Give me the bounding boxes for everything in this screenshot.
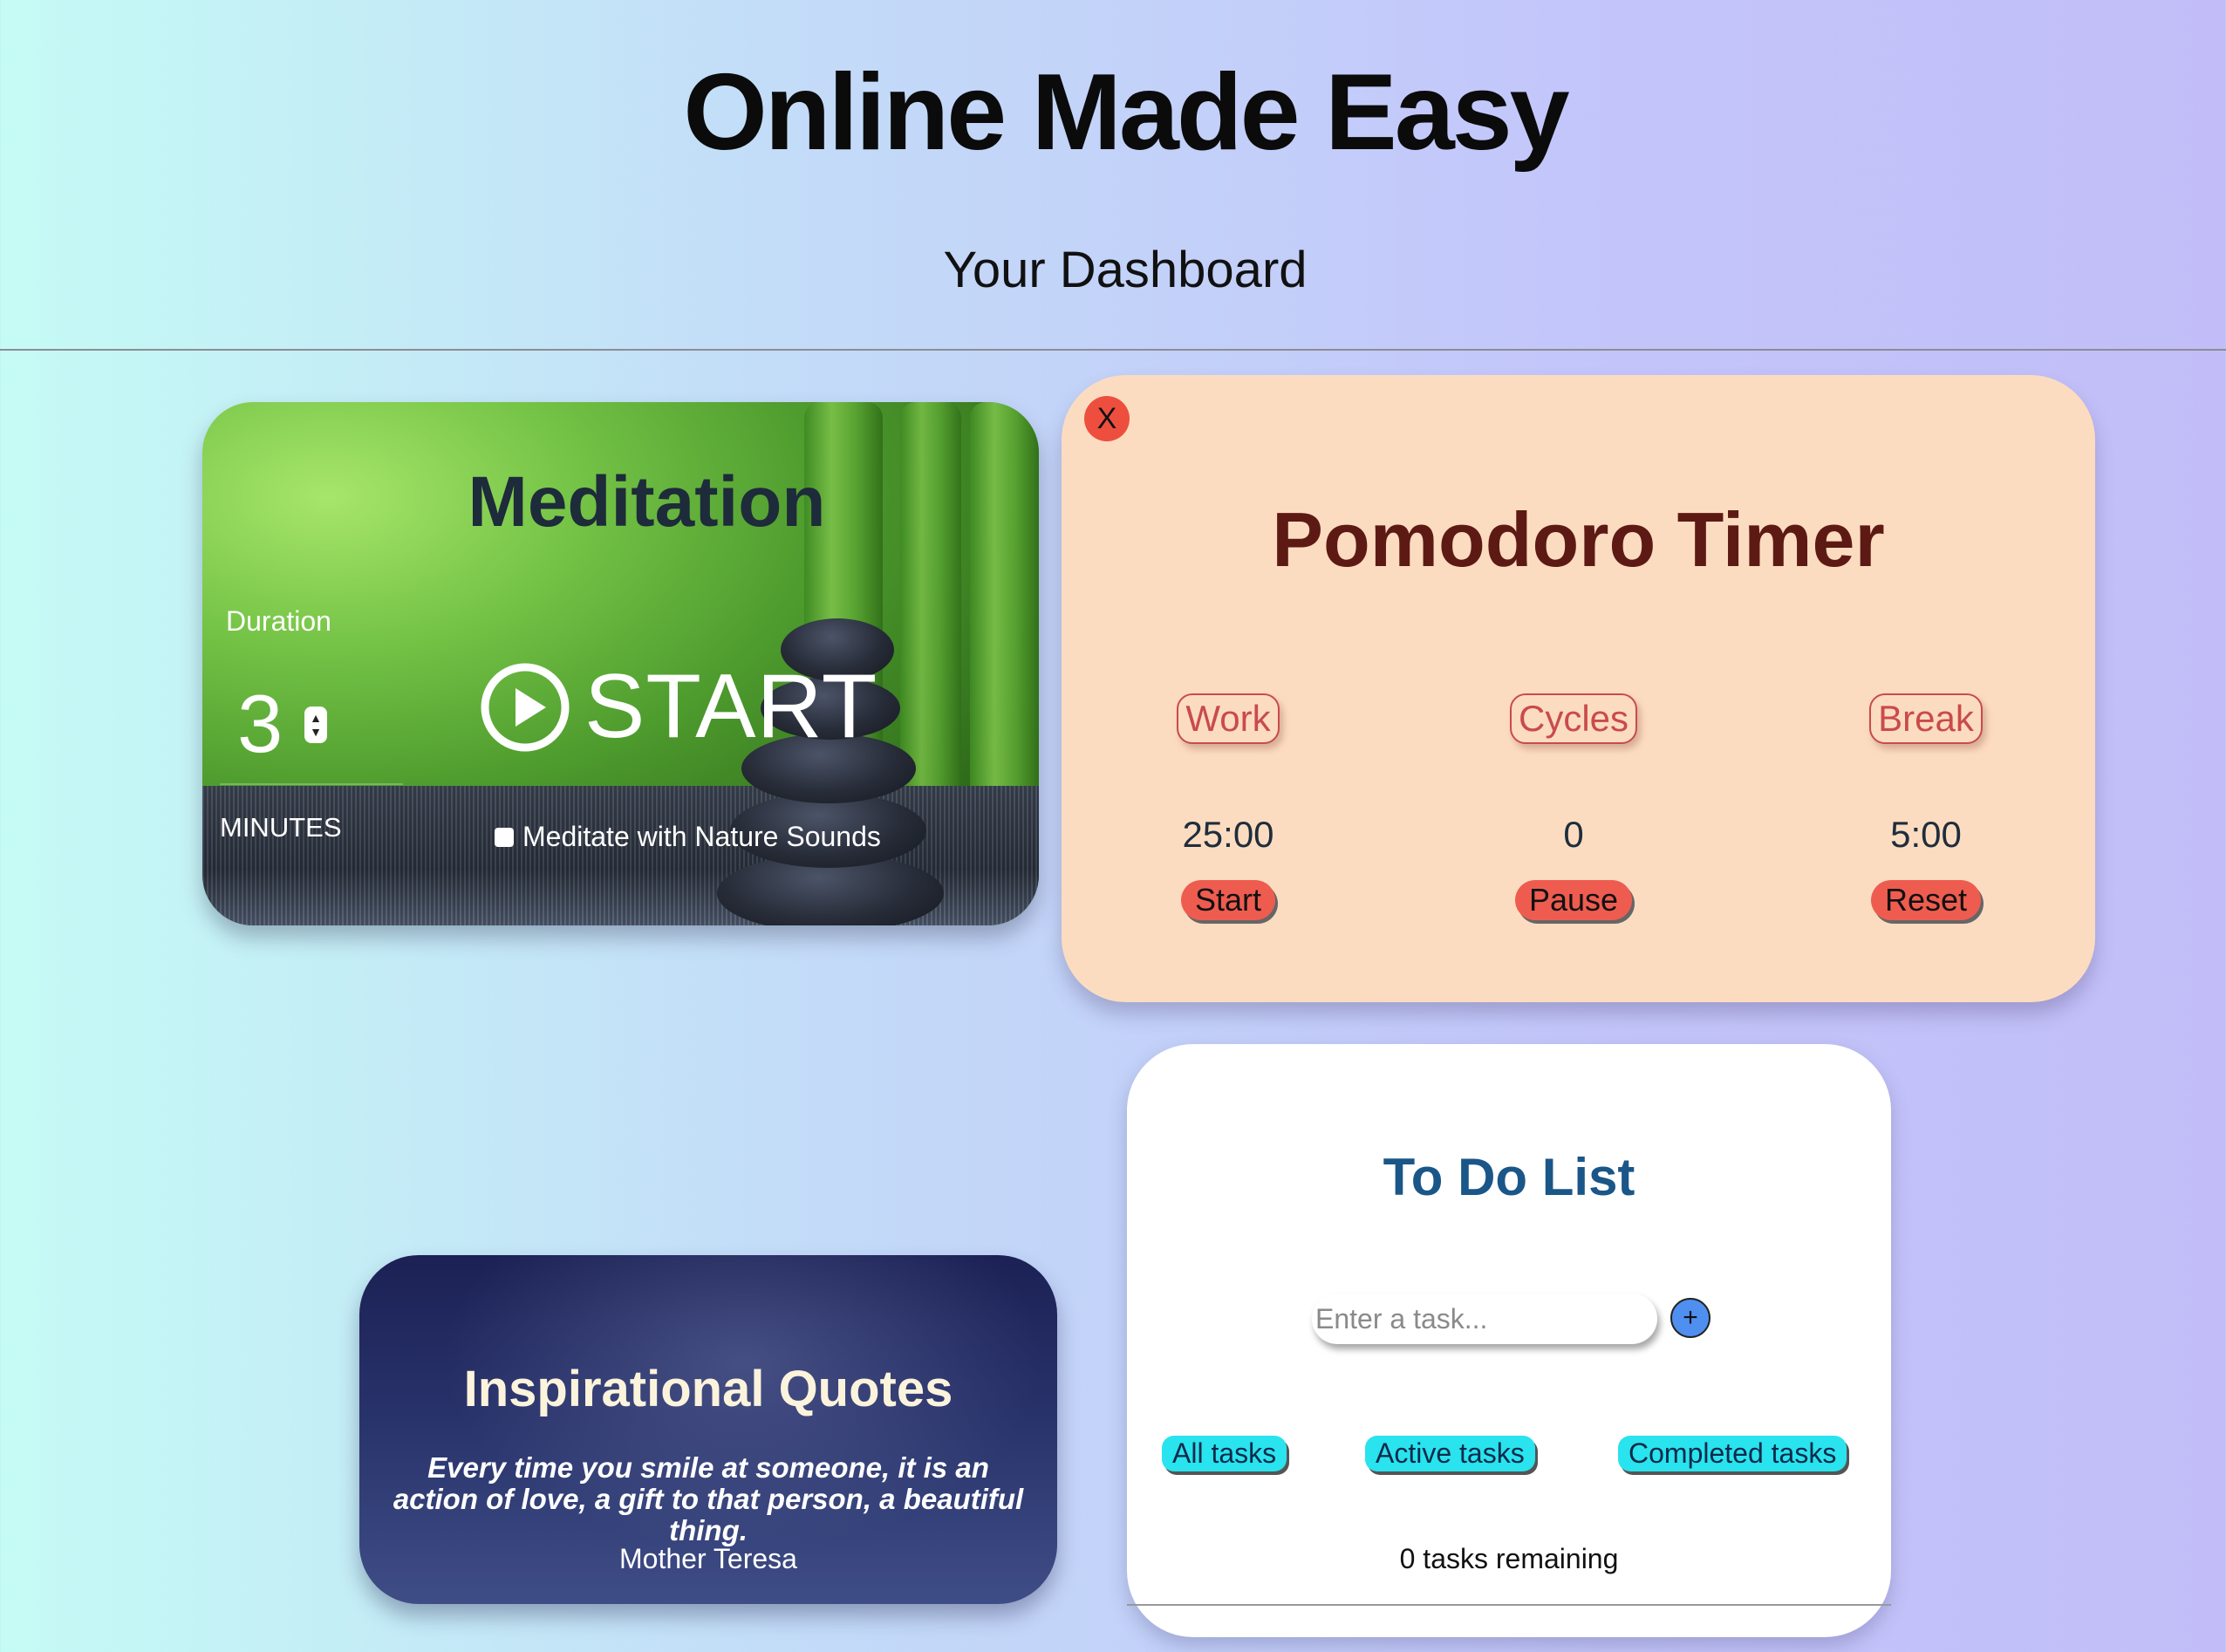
duration-label: Duration [226,605,331,637]
meditation-card: Meditation Duration 3 ▲ ▼ MINUTES START … [202,402,1039,925]
meditation-start-button[interactable]: START [480,655,877,759]
quote-author: Mother Teresa [619,1543,797,1574]
add-task-button[interactable]: + [1670,1298,1710,1338]
pomodoro-break-column: Break 5:00 Reset [1821,693,2031,920]
pomodoro-title: Pomodoro Timer [1272,496,1885,583]
pomodoro-work-column: Work 25:00 Start [1123,693,1333,920]
work-value: 25:00 [1182,814,1274,855]
filter-active-tasks[interactable]: Active tasks [1365,1436,1535,1471]
duration-value[interactable]: 3 [237,677,283,771]
close-button[interactable]: X [1084,396,1130,441]
header-divider [0,349,2226,351]
quotes-card: Inspirational Quotes Every time you smil… [359,1255,1057,1604]
quotes-title: Inspirational Quotes [463,1361,953,1417]
reset-button[interactable]: Reset [1870,880,1982,920]
cycles-label: Cycles [1509,693,1638,744]
nature-sounds-label: Meditate with Nature Sounds [522,821,881,852]
start-button[interactable]: Start [1180,880,1276,920]
pomodoro-cycles-column: Cycles 0 Pause [1469,693,1678,920]
break-value: 5:00 [1890,814,1962,855]
pomodoro-card: X Pomodoro Timer Work 25:00 Start Cycles… [1062,375,2095,1002]
stepper-up-icon[interactable]: ▲ [310,711,322,725]
nature-sounds-option[interactable]: Meditate with Nature Sounds [495,821,881,853]
page-title: Online Made Easy [683,52,1569,173]
start-label: START [584,656,878,757]
nature-sounds-checkbox[interactable] [495,827,514,847]
todo-divider [1127,1604,1891,1606]
task-input[interactable] [1312,1294,1657,1344]
meditation-title: Meditation [468,462,826,542]
plus-icon: + [1683,1303,1698,1332]
break-label: Break [1869,693,1983,744]
work-label: Work [1177,693,1280,744]
filter-completed-tasks[interactable]: Completed tasks [1618,1436,1847,1471]
filter-all-tasks[interactable]: All tasks [1162,1436,1287,1471]
play-circle-icon [481,663,570,751]
todo-title: To Do List [1383,1148,1635,1206]
pause-button[interactable]: Pause [1514,880,1633,920]
stepper-arrows-icon[interactable]: ▲ ▼ [304,707,327,743]
quote-text: Every time you smile at someone, it is a… [393,1451,1024,1546]
stepper-down-icon[interactable]: ▼ [310,725,322,739]
minutes-label: MINUTES [220,812,342,843]
tasks-remaining: 0 tasks remaining [1399,1543,1619,1574]
cycles-value: 0 [1563,814,1584,855]
todo-card: To Do List + All tasks Active tasks Comp… [1127,1044,1891,1637]
page-subtitle: Your Dashboard [943,242,1308,298]
duration-underline [220,783,403,785]
